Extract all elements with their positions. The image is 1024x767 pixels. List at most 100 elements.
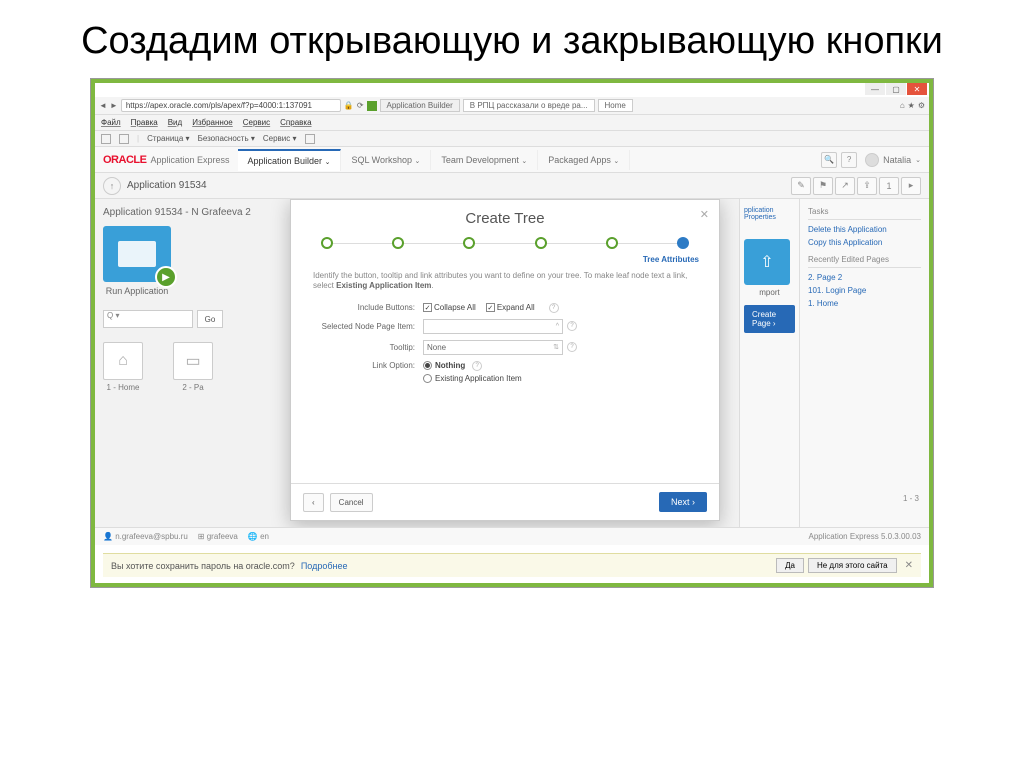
include-buttons-row: Include Buttons: ✓Collapse All ✓Expand A… <box>291 300 719 316</box>
help-icon[interactable]: ? <box>549 303 559 313</box>
gear-icon[interactable]: ⚙ <box>918 101 925 110</box>
help-icon[interactable]: ? <box>567 321 577 331</box>
save-pwd-no-button[interactable]: Не для этого сайта <box>808 558 897 573</box>
export-icon[interactable]: ⇪ <box>857 177 877 195</box>
dialog-close-icon[interactable]: ✕ <box>700 208 709 221</box>
breadcrumb-up-icon[interactable]: ↑ <box>103 177 121 195</box>
help-icon[interactable]: ? <box>567 342 577 352</box>
tooltip-row: Tooltip: None⇅ ? <box>291 337 719 358</box>
wizard-step-6-current[interactable] <box>677 237 689 249</box>
help-icon[interactable]: ? <box>472 361 482 371</box>
recent-link-1[interactable]: 2. Page 2 <box>808 271 921 284</box>
selected-node-input[interactable]: ^ <box>423 319 563 334</box>
page-tile-2[interactable]: ▭ 2 - Pa <box>173 342 213 392</box>
menu-help[interactable]: Справка <box>280 118 311 127</box>
nav-fwd-icon[interactable]: ► <box>110 101 118 110</box>
cancel-button[interactable]: Cancel <box>330 493 373 512</box>
import-label: mport <box>744 288 795 297</box>
collapse-all-checkbox[interactable]: ✓Collapse All <box>423 303 476 312</box>
tooltip-select[interactable]: None⇅ <box>423 340 563 355</box>
toolbar-security[interactable]: Безопасность ▾ <box>198 134 255 143</box>
close-window-button[interactable]: ✕ <box>907 83 927 95</box>
recent-link-3[interactable]: 1. Home <box>808 297 921 310</box>
save-password-bar: Вы хотите сохранить пароль на oracle.com… <box>103 553 921 577</box>
link-existing-radio[interactable]: Existing Application Item <box>423 374 522 383</box>
browser-tab-2[interactable]: В РПЦ рассказали о вреде ра... <box>463 99 595 112</box>
action-icons: ✎ ⚑ ↗ ⇪ 1 ▸ <box>791 177 921 195</box>
recent-link-2[interactable]: 101. Login Page <box>808 284 921 297</box>
search-icon[interactable]: 🔍 <box>821 152 837 168</box>
dialog-title: Create Tree <box>291 200 719 231</box>
menu-edit[interactable]: Правка <box>131 118 158 127</box>
wizard-step-2[interactable] <box>392 237 404 249</box>
run-application-tile[interactable]: ▶ Run Application <box>103 226 171 296</box>
delete-app-link[interactable]: Delete this Application <box>808 223 921 236</box>
user-menu[interactable]: Natalia ⌄ <box>865 153 921 167</box>
copy-app-link[interactable]: Copy this Application <box>808 236 921 249</box>
maximize-button[interactable]: ▢ <box>886 83 906 95</box>
run-icon[interactable]: ▸ <box>901 177 921 195</box>
wizard-step-1[interactable] <box>321 237 333 249</box>
minimize-button[interactable]: — <box>865 83 885 95</box>
wizard-step-3[interactable] <box>463 237 475 249</box>
browser-address-bar: ◄ ► https://apex.oracle.com/pls/apex/f?p… <box>95 97 929 115</box>
menu-file[interactable]: Файл <box>101 118 121 127</box>
nav-app-builder[interactable]: Application Builder ⌄ <box>238 149 342 171</box>
browser-tab-1[interactable]: Application Builder <box>380 99 460 112</box>
menu-favorites[interactable]: Избранное <box>192 118 233 127</box>
link-option-label: Link Option: <box>313 361 423 370</box>
nav-packaged[interactable]: Packaged Apps ⌄ <box>538 150 630 170</box>
browser-window: — ▢ ✕ ◄ ► https://apex.oracle.com/pls/ap… <box>95 83 929 583</box>
toolbar-icon-1[interactable] <box>101 134 111 144</box>
toolbar-icon-3[interactable] <box>305 134 315 144</box>
save-pwd-more-link[interactable]: Подробнее <box>301 561 348 571</box>
help-icon[interactable]: ? <box>841 152 857 168</box>
toolbar-page[interactable]: Страница ▾ <box>147 134 190 143</box>
wizard-steps: Tree Attributes <box>291 231 719 253</box>
wizard-step-5[interactable] <box>606 237 618 249</box>
link-nothing-radio[interactable]: Nothing? <box>423 361 522 371</box>
tab-favicon-icon <box>367 101 377 111</box>
menu-view[interactable]: Вид <box>168 118 182 127</box>
save-pwd-close-icon[interactable]: ✕ <box>905 560 913 571</box>
app-properties-link[interactable]: pplication Properties <box>744 207 795 221</box>
menu-tools[interactable]: Сервис <box>243 118 270 127</box>
footer-version: Application Express 5.0.3.00.03 <box>808 532 921 541</box>
next-button[interactable]: Next › <box>659 492 707 512</box>
toolbar-tools[interactable]: Сервис ▾ <box>263 134 297 143</box>
breadcrumb-text: Application 91534 <box>127 180 207 191</box>
home-icon[interactable]: ⌂ <box>900 101 905 110</box>
footer-user: 👤 n.grafeeva@spbu.ru <box>103 532 188 541</box>
wizard-step-label: Tree Attributes <box>643 255 699 264</box>
create-page-button[interactable]: Create Page › <box>744 305 795 333</box>
wizard-step-4[interactable] <box>535 237 547 249</box>
dialog-footer: ‹ Cancel Next › <box>291 483 719 520</box>
import-tile[interactable]: ⇧ <box>744 239 790 285</box>
browser-menu-bar: Файл Правка Вид Избранное Сервис Справка <box>95 115 929 131</box>
num-icon[interactable]: 1 <box>879 177 899 195</box>
bug-icon[interactable]: ⚑ <box>813 177 833 195</box>
nav-back-icon[interactable]: ◄ <box>99 101 107 110</box>
expand-all-checkbox[interactable]: ✓Expand All <box>486 303 535 312</box>
run-app-label: Run Application <box>103 286 171 296</box>
nav-team-dev[interactable]: Team Development ⌄ <box>431 150 538 170</box>
share-icon[interactable]: ↗ <box>835 177 855 195</box>
selected-node-label: Selected Node Page Item: <box>313 322 423 331</box>
edit-icon[interactable]: ✎ <box>791 177 811 195</box>
favorites-icon[interactable]: ★ <box>908 101 915 110</box>
nav-sql-workshop[interactable]: SQL Workshop ⌄ <box>341 150 431 170</box>
back-button[interactable]: ‹ <box>303 493 324 512</box>
play-icon: ▶ <box>155 266 177 288</box>
url-field[interactable]: https://apex.oracle.com/pls/apex/f?p=400… <box>121 99 341 112</box>
browser-tab-3[interactable]: Home <box>598 99 633 112</box>
save-pwd-yes-button[interactable]: Да <box>776 558 804 573</box>
selected-node-row: Selected Node Page Item: ^ ? <box>291 316 719 337</box>
go-button[interactable]: Go <box>197 310 223 328</box>
search-input[interactable]: Q ▾ <box>103 310 193 328</box>
apex-header: ORACLE Application Express Application B… <box>95 147 929 173</box>
page-tile-icon: ▭ <box>173 342 213 380</box>
recent-header: Recently Edited Pages <box>808 255 921 268</box>
refresh-icon[interactable]: ⟳ <box>357 101 364 110</box>
page-tile-home[interactable]: ⌂ 1 - Home <box>103 342 143 392</box>
toolbar-icon-2[interactable] <box>119 134 129 144</box>
